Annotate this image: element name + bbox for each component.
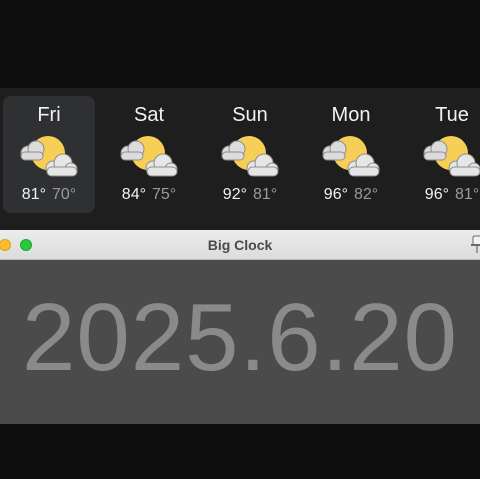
partly-cloudy-icon — [221, 136, 279, 177]
partly-cloudy-icon — [20, 136, 78, 177]
temperature-range: 92° 81° — [204, 185, 296, 205]
forecast-day-mon[interactable]: Mon 96° 82° — [305, 96, 397, 213]
low-temp: 82° — [354, 186, 379, 203]
high-temp: 81° — [21, 186, 46, 203]
high-temp: 96° — [424, 186, 449, 203]
forecast-day-fri[interactable]: Fri 81° 70° — [3, 96, 95, 213]
partly-cloudy-icon — [322, 136, 380, 177]
low-temp: 70° — [52, 186, 77, 203]
clock-window-titlebar[interactable]: Big Clock — [0, 230, 480, 260]
low-temp: 81° — [455, 186, 480, 203]
partly-cloudy-icon — [423, 136, 480, 177]
day-name: Mon — [331, 104, 371, 126]
high-temp: 92° — [222, 186, 247, 203]
temperature-range: 81° 70° — [3, 185, 95, 205]
temperature-range: 96° 81° — [406, 185, 480, 205]
day-name: Fri — [37, 104, 61, 126]
low-temp: 75° — [152, 186, 177, 203]
temperature-range: 96° 82° — [305, 185, 397, 205]
day-name: Sat — [133, 104, 165, 126]
high-temp: 96° — [323, 186, 348, 203]
high-temp: 84° — [121, 186, 146, 203]
window-title: Big Clock — [207, 237, 273, 253]
forecast-day-sun[interactable]: Sun 92° 81° — [204, 96, 296, 213]
forecast-days: Fri 81° 70° Sat 84° 75° Sun 92° 81° Mon … — [3, 96, 480, 214]
clock-window-content: 2025.6.20 — [0, 260, 480, 424]
temperature-range: 84° 75° — [103, 185, 195, 205]
forecast-day-sat[interactable]: Sat 84° 75° — [103, 96, 195, 213]
day-name: Tue — [435, 104, 469, 126]
desktop-background-top — [0, 0, 480, 88]
forecast-day-tue[interactable]: Tue 96° 81° — [406, 96, 480, 213]
clock-date-display: 2025.6.20 — [21, 284, 459, 391]
low-temp: 81° — [253, 186, 278, 203]
pin-icon[interactable] — [470, 234, 480, 254]
desktop-background-bottom — [0, 424, 480, 479]
partly-cloudy-icon — [120, 136, 178, 177]
day-name: Sun — [232, 104, 268, 126]
weather-forecast-strip: Fri 81° 70° Sat 84° 75° Sun 92° 81° Mon … — [0, 88, 480, 230]
